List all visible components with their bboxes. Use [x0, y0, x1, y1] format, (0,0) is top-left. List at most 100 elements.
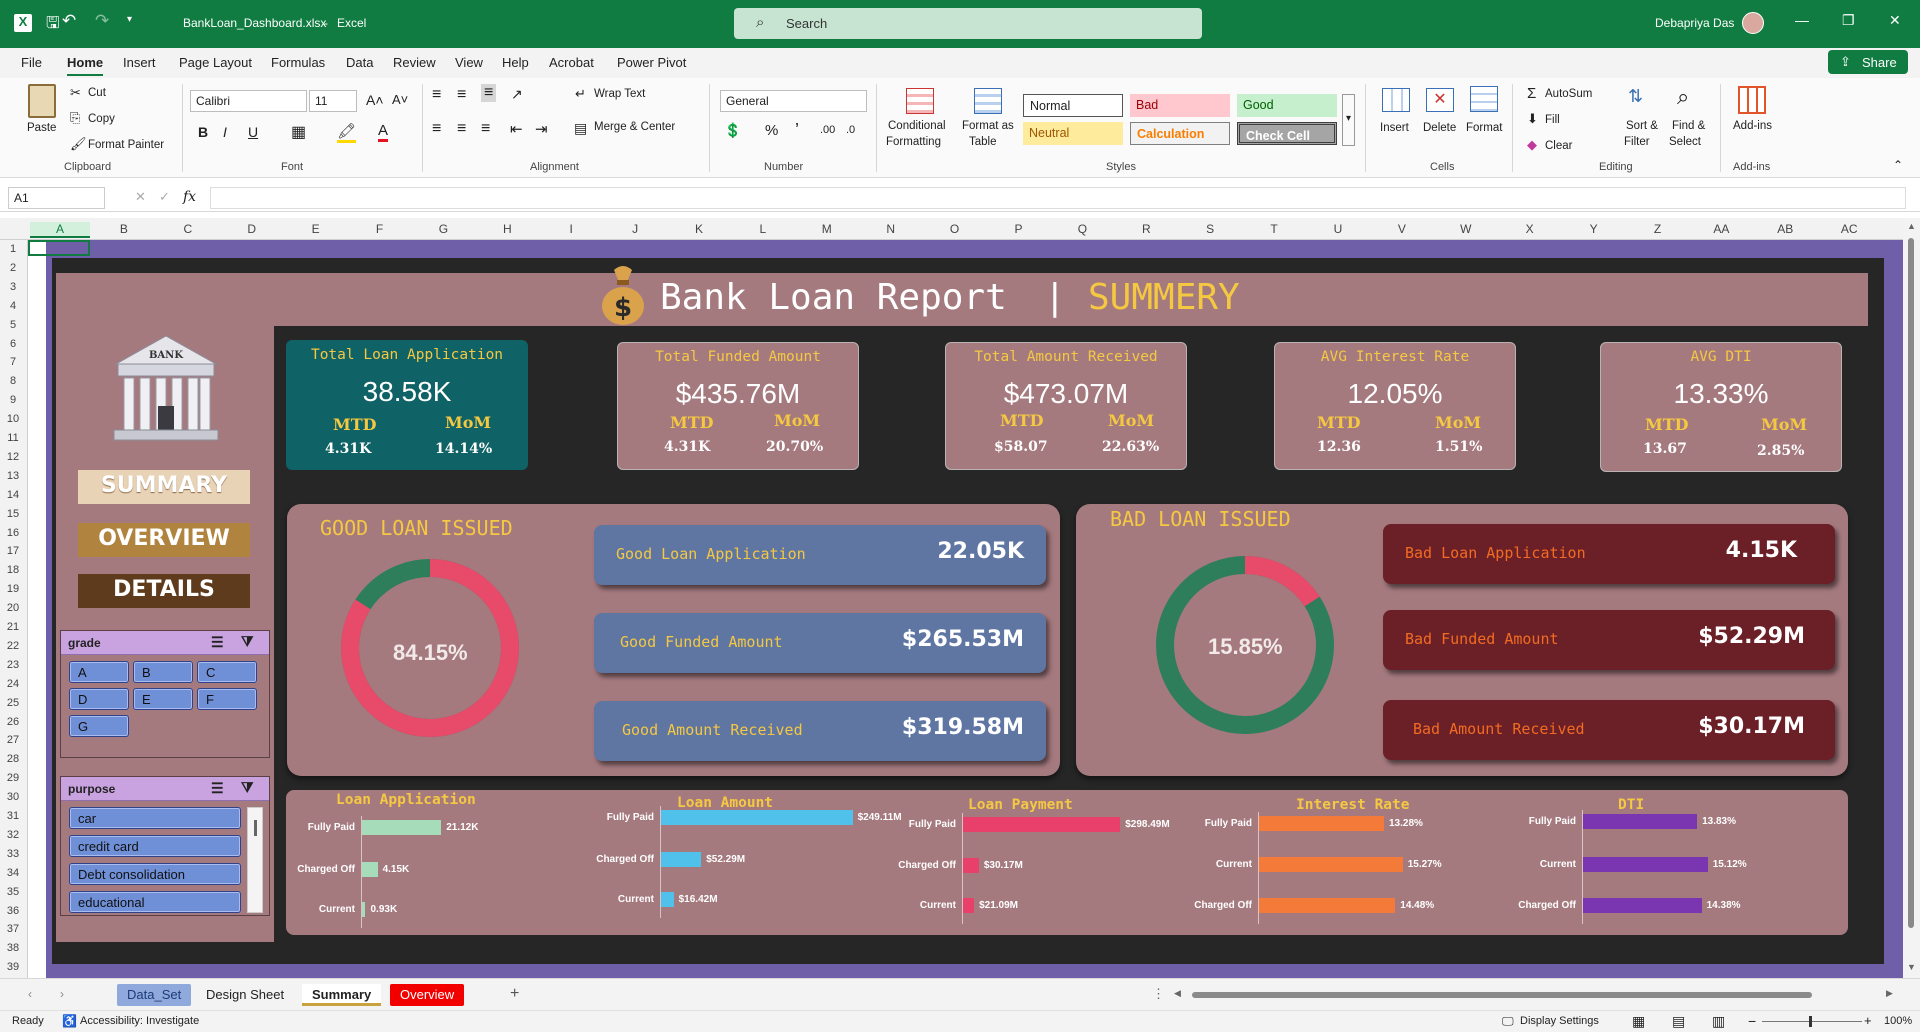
- grade-option-d[interactable]: D: [69, 688, 129, 710]
- collapse-ribbon-icon[interactable]: ⌃: [1893, 158, 1903, 172]
- delete-cells-icon[interactable]: ✕: [1426, 88, 1454, 112]
- clear-filter-icon[interactable]: ⧩: [241, 633, 254, 650]
- row-header[interactable]: 25: [0, 697, 26, 709]
- column-header[interactable]: P: [989, 222, 1049, 236]
- fill-color-icon[interactable]: 🖍: [337, 122, 357, 143]
- style-good[interactable]: Good: [1237, 94, 1337, 117]
- autosum-icon[interactable]: Σ: [1527, 85, 1536, 102]
- add-ins-button[interactable]: Add-ins: [1733, 120, 1772, 132]
- row-header[interactable]: 12: [0, 451, 26, 463]
- conditional-formatting-icon[interactable]: [906, 88, 934, 114]
- insert-cells-button[interactable]: Insert: [1380, 122, 1409, 134]
- row-header[interactable]: 16: [0, 527, 26, 539]
- column-header[interactable]: O: [925, 222, 985, 236]
- share-button[interactable]: ⇪ Share: [1828, 50, 1908, 74]
- row-header[interactable]: 28: [0, 753, 26, 765]
- align-center-icon[interactable]: ≡: [457, 120, 466, 138]
- column-header[interactable]: H: [477, 222, 537, 236]
- menu-formulas[interactable]: Formulas: [271, 55, 325, 70]
- row-header[interactable]: 9: [0, 394, 26, 406]
- zoom-slider[interactable]: [1762, 1016, 1862, 1027]
- row-header[interactable]: 18: [0, 564, 26, 576]
- column-header[interactable]: Z: [1628, 222, 1688, 236]
- row-header[interactable]: 30: [0, 791, 26, 803]
- row-header[interactable]: 24: [0, 678, 26, 690]
- scroll-right-icon[interactable]: ▶: [1886, 988, 1893, 999]
- row-header[interactable]: 19: [0, 583, 26, 595]
- column-header[interactable]: Q: [1052, 222, 1112, 236]
- font-color-icon[interactable]: A: [378, 122, 389, 142]
- percent-icon[interactable]: %: [765, 122, 778, 139]
- purpose-option-car[interactable]: car: [69, 807, 241, 829]
- format-cells-icon[interactable]: [1470, 86, 1498, 112]
- save-icon[interactable]: 🖫: [46, 12, 60, 39]
- row-header[interactable]: 4: [0, 300, 26, 312]
- align-left-icon[interactable]: ≡: [432, 120, 441, 138]
- row-header[interactable]: 22: [0, 640, 26, 652]
- undo-icon[interactable]: ↶: [62, 11, 76, 31]
- column-header[interactable]: V: [1372, 222, 1432, 236]
- multi-select-icon[interactable]: ☰: [211, 634, 224, 651]
- row-header[interactable]: 37: [0, 923, 26, 935]
- row-header[interactable]: 8: [0, 375, 26, 387]
- column-header[interactable]: I: [541, 222, 601, 236]
- row-header[interactable]: 2: [0, 262, 26, 274]
- tab-options-icon[interactable]: ⋮: [1152, 986, 1165, 1002]
- column-header[interactable]: C: [158, 222, 218, 236]
- grade-option-g[interactable]: G: [69, 715, 129, 737]
- wrap-text-button[interactable]: Wrap Text: [594, 88, 645, 100]
- format-cells-button[interactable]: Format: [1466, 122, 1502, 134]
- merge-center-button[interactable]: Merge & Center: [594, 121, 675, 133]
- column-header[interactable]: B: [94, 222, 154, 236]
- comma-icon[interactable]: ’: [795, 120, 799, 141]
- autosum-button[interactable]: AutoSum: [1545, 88, 1592, 100]
- underline-icon[interactable]: U: [248, 124, 258, 140]
- column-header[interactable]: G: [413, 222, 473, 236]
- menu-insert[interactable]: Insert: [123, 55, 156, 70]
- insert-cells-icon[interactable]: [1382, 88, 1410, 112]
- clear-button[interactable]: Clear: [1545, 140, 1572, 152]
- menu-help[interactable]: Help: [502, 55, 529, 70]
- row-header[interactable]: 38: [0, 942, 26, 954]
- italic-icon[interactable]: I: [223, 124, 227, 140]
- wrap-text-icon[interactable]: ↵: [575, 86, 586, 102]
- avatar[interactable]: [1742, 12, 1764, 34]
- row-header[interactable]: 27: [0, 734, 26, 746]
- align-top-icon[interactable]: ≡: [432, 86, 441, 104]
- scroll-up-icon[interactable]: ▲: [1907, 221, 1916, 231]
- grade-option-a[interactable]: A: [69, 661, 129, 683]
- grade-option-b[interactable]: B: [133, 661, 193, 683]
- column-header[interactable]: J: [605, 222, 665, 236]
- decrease-decimal-icon[interactable]: .0: [846, 124, 855, 136]
- row-header[interactable]: 29: [0, 772, 26, 784]
- purpose-option-credit-card[interactable]: credit card: [69, 835, 241, 857]
- close-icon[interactable]: ✕: [1889, 12, 1901, 29]
- normal-view-icon[interactable]: ▦: [1632, 1013, 1645, 1030]
- nav-summary-button[interactable]: SUMMARY: [78, 470, 250, 504]
- grade-option-f[interactable]: F: [197, 688, 257, 710]
- column-header[interactable]: M: [797, 222, 857, 236]
- font-name-select[interactable]: Calibri: [190, 90, 307, 112]
- style-check-cell[interactable]: Check Cell: [1237, 122, 1337, 145]
- find-select-button[interactable]: Find &: [1672, 120, 1705, 132]
- row-header[interactable]: 33: [0, 848, 26, 860]
- sort-filter-button[interactable]: Sort &: [1626, 120, 1658, 132]
- add-ins-icon[interactable]: [1738, 86, 1766, 114]
- scroll-down-icon[interactable]: ▼: [1907, 962, 1916, 972]
- row-header[interactable]: 13: [0, 470, 26, 482]
- menu-page-layout[interactable]: Page Layout: [179, 55, 252, 70]
- slicer-scrollbar[interactable]: [247, 807, 263, 913]
- accessibility-icon[interactable]: ♿: [62, 1014, 77, 1028]
- display-settings-icon[interactable]: 🖵: [1502, 1014, 1514, 1029]
- row-header[interactable]: 14: [0, 489, 26, 501]
- horizontal-scroll-thumb[interactable]: [1192, 992, 1812, 998]
- menu-file[interactable]: File: [21, 55, 42, 70]
- prev-sheet-icon[interactable]: ‹: [28, 987, 32, 1001]
- row-header[interactable]: 39: [0, 961, 26, 973]
- row-header[interactable]: 31: [0, 810, 26, 822]
- grade-option-c[interactable]: C: [197, 661, 257, 683]
- user-name[interactable]: Debapriya Das: [1655, 16, 1734, 30]
- column-header[interactable]: T: [1244, 222, 1304, 236]
- menu-home[interactable]: Home: [67, 55, 104, 76]
- add-sheet-icon[interactable]: +: [510, 985, 519, 1003]
